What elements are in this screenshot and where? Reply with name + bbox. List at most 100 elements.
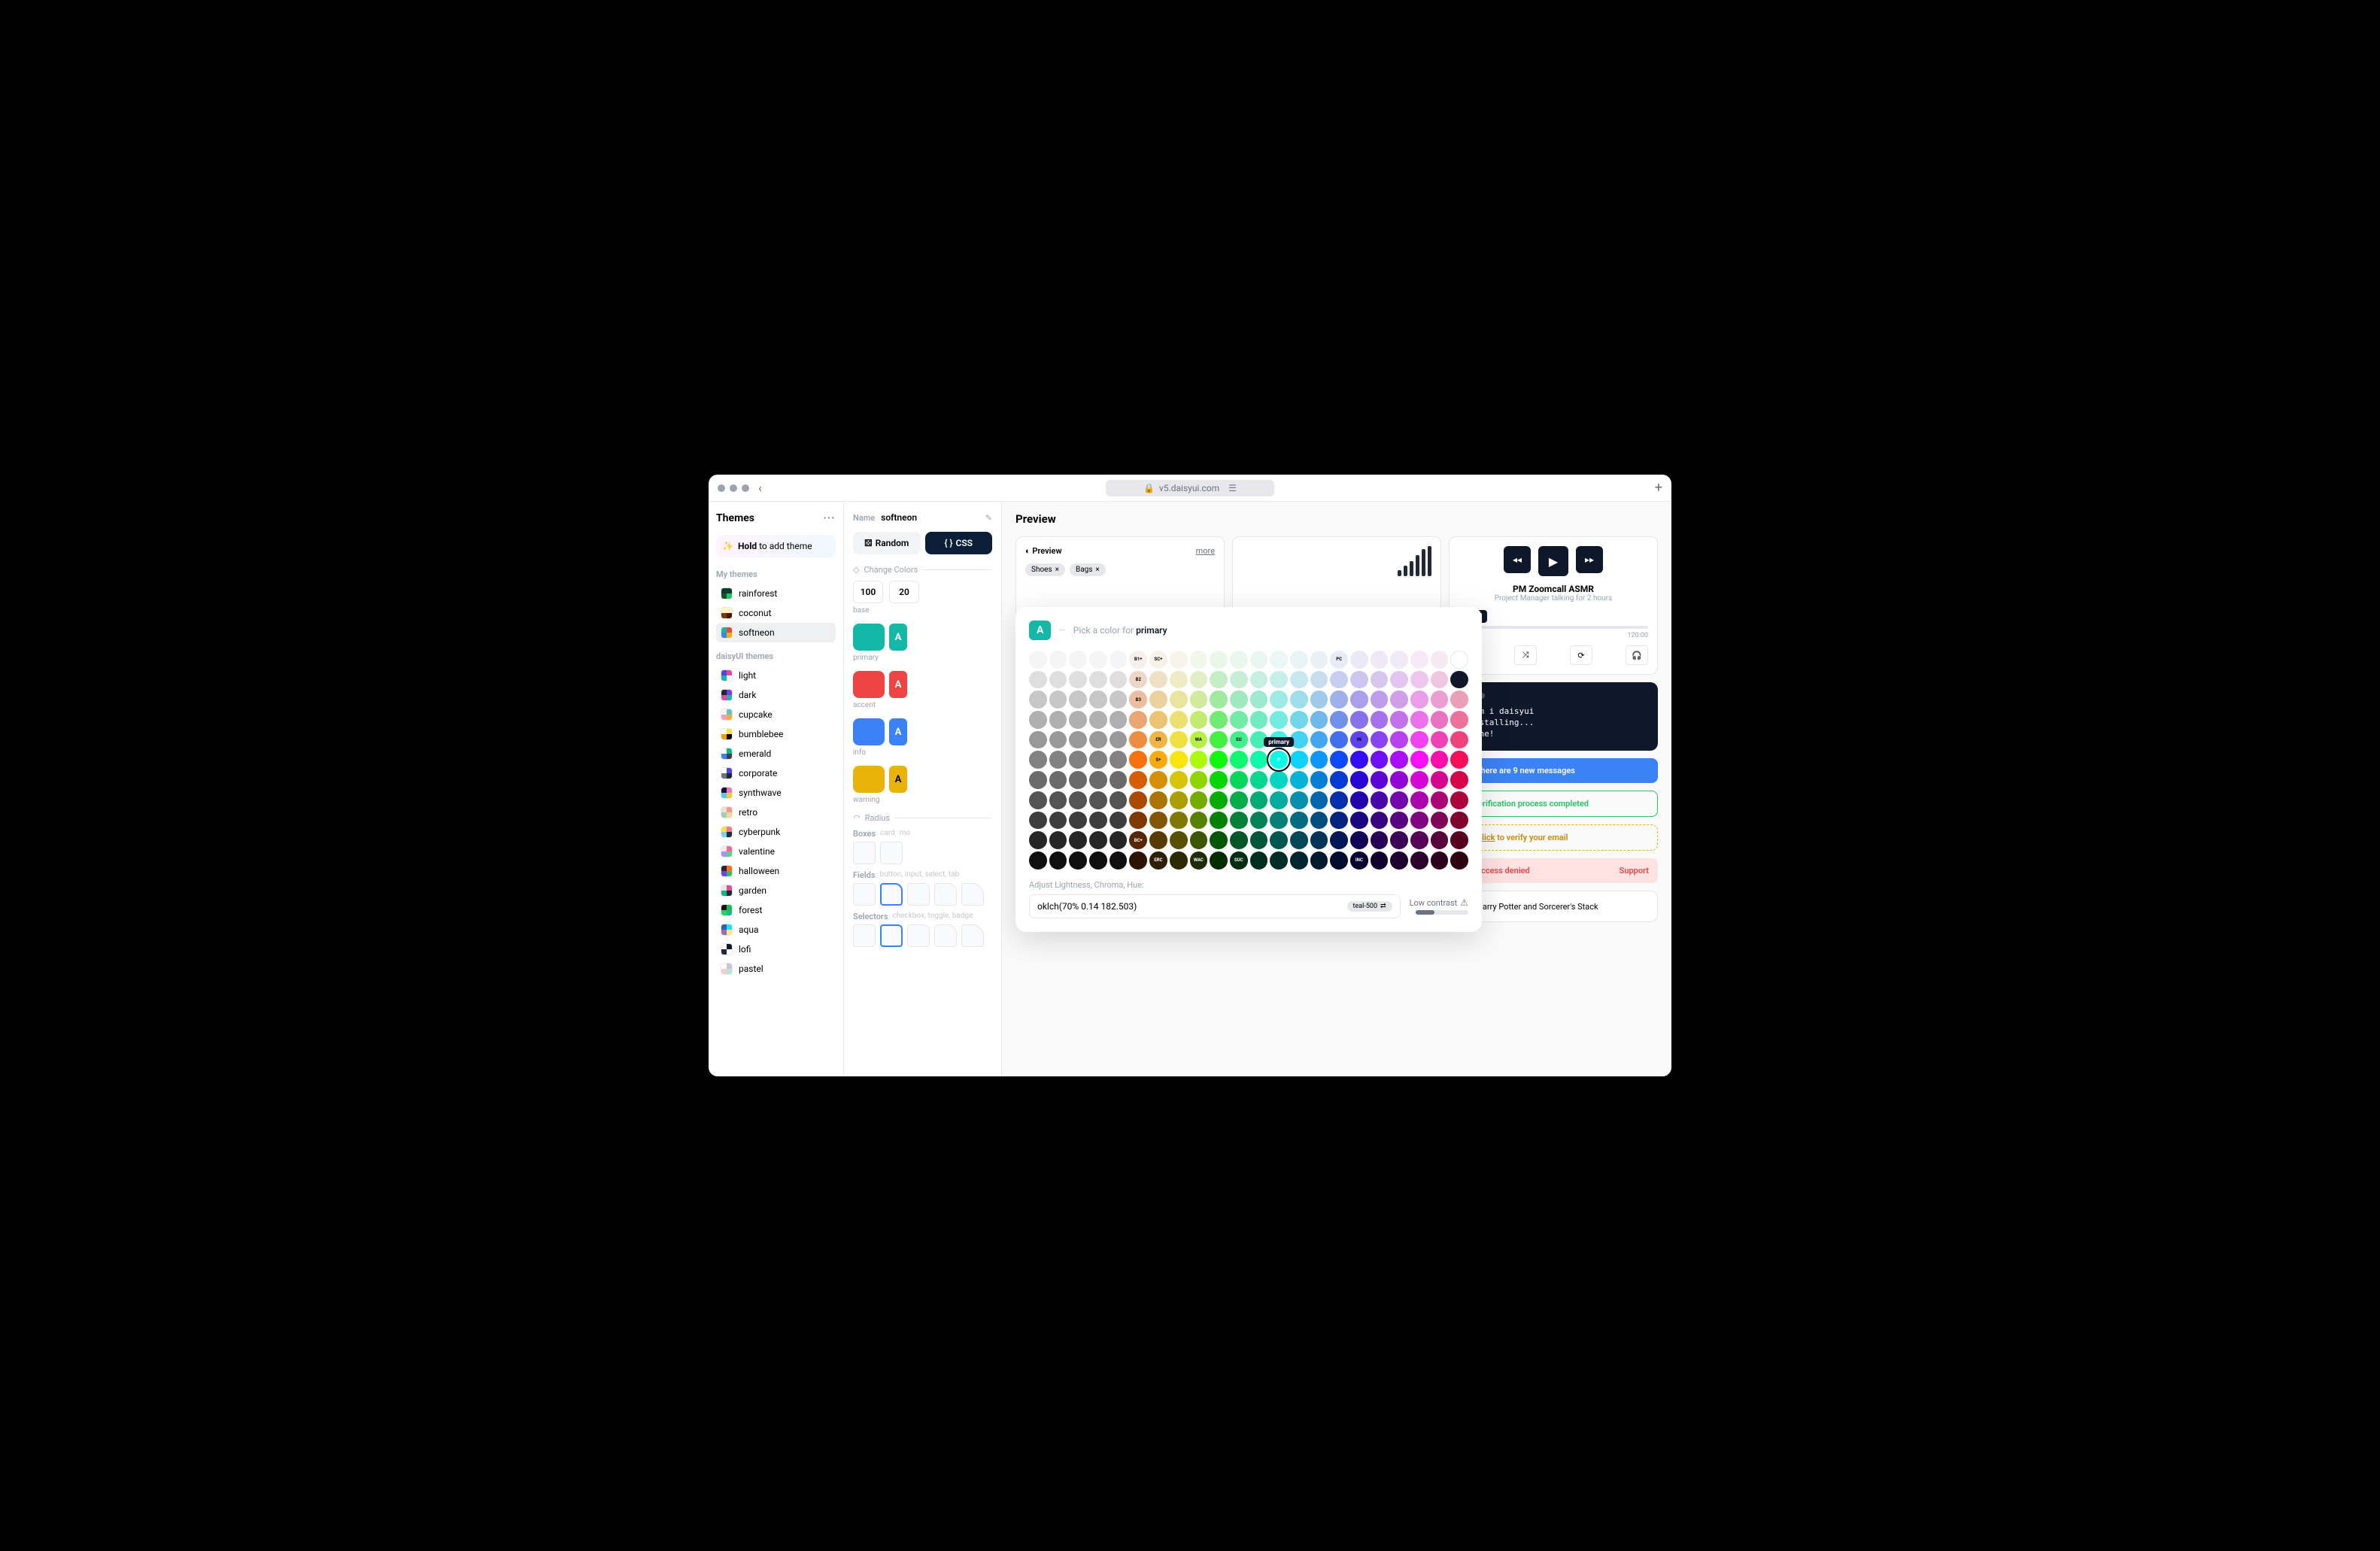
color-swatch[interactable]: INC: [1350, 851, 1368, 870]
color-swatch[interactable]: [1290, 711, 1308, 729]
color-swatch[interactable]: [1431, 651, 1449, 669]
color-swatch[interactable]: [1450, 831, 1468, 849]
color-swatch[interactable]: [1049, 851, 1067, 870]
theme-item-emerald[interactable]: emerald: [716, 744, 836, 763]
radius-option[interactable]: [934, 924, 957, 947]
maximize-dot[interactable]: [742, 484, 749, 492]
color-swatch[interactable]: [1170, 771, 1188, 789]
color-swatch[interactable]: [1210, 791, 1228, 809]
theme-item-garden[interactable]: garden: [716, 881, 836, 900]
color-swatch[interactable]: [1149, 771, 1167, 789]
color-swatch[interactable]: [1410, 711, 1428, 729]
color-swatch[interactable]: [1350, 812, 1368, 830]
base-swatch[interactable]: 100: [853, 581, 883, 603]
color-swatch[interactable]: [1431, 831, 1449, 849]
color-swatch[interactable]: [1170, 751, 1188, 769]
color-swatch[interactable]: [1129, 751, 1147, 769]
color-swatch[interactable]: [1210, 831, 1228, 849]
color-swatch[interactable]: [1330, 751, 1348, 769]
color-swatch[interactable]: [1230, 671, 1248, 689]
color-swatch[interactable]: [1049, 671, 1067, 689]
color-swatch[interactable]: [1410, 691, 1428, 709]
theme-item-pastel[interactable]: pastel: [716, 959, 836, 979]
color-swatch[interactable]: [1149, 691, 1167, 709]
color-swatch[interactable]: [1390, 751, 1408, 769]
color-swatch[interactable]: [1330, 691, 1348, 709]
color-swatch[interactable]: [1049, 731, 1067, 749]
color-swatch[interactable]: [1390, 651, 1408, 669]
color-swatch[interactable]: [1129, 812, 1147, 830]
color-swatch[interactable]: [1069, 812, 1087, 830]
color-swatch[interactable]: [1190, 791, 1208, 809]
color-swatch[interactable]: [1089, 831, 1107, 849]
color-swatch[interactable]: [1250, 751, 1268, 769]
color-content-warning[interactable]: A: [889, 766, 907, 793]
radius-option[interactable]: [853, 842, 876, 864]
color-swatch[interactable]: [1149, 791, 1167, 809]
color-swatch[interactable]: [1390, 671, 1408, 689]
color-swatch[interactable]: [1250, 651, 1268, 669]
color-swatch[interactable]: [1431, 851, 1449, 870]
color-swatch[interactable]: [1290, 751, 1308, 769]
color-swatch[interactable]: [1270, 651, 1288, 669]
theme-item-bumblebee[interactable]: bumblebee: [716, 724, 836, 744]
hold-add-theme-button[interactable]: ✨ Hold to add theme: [716, 535, 836, 557]
color-swatch[interactable]: SU: [1230, 731, 1248, 749]
radius-option[interactable]: [907, 883, 930, 906]
color-swatch[interactable]: [1029, 691, 1047, 709]
color-swatch[interactable]: [1410, 791, 1428, 809]
color-swatch[interactable]: [1029, 851, 1047, 870]
forward-button[interactable]: ▸▸: [1576, 546, 1603, 573]
color-swatch[interactable]: [1230, 651, 1248, 669]
theme-item-halloween[interactable]: halloween: [716, 861, 836, 881]
close-icon[interactable]: ×: [1095, 566, 1099, 574]
color-swatch[interactable]: [1350, 831, 1368, 849]
color-swatch[interactable]: [1069, 731, 1087, 749]
color-swatch[interactable]: [1410, 851, 1428, 870]
base-swatch[interactable]: 20: [889, 581, 919, 603]
color-swatch[interactable]: [1230, 711, 1248, 729]
color-swatch[interactable]: [1390, 812, 1408, 830]
color-swatch[interactable]: WA: [1190, 731, 1208, 749]
color-swatch[interactable]: [1089, 751, 1107, 769]
color-swatch[interactable]: [1089, 691, 1107, 709]
color-swatch[interactable]: [1210, 751, 1228, 769]
color-swatch[interactable]: [1371, 851, 1389, 870]
color-swatch[interactable]: [1250, 831, 1268, 849]
color-swatch[interactable]: [1230, 812, 1248, 830]
color-swatch[interactable]: [1450, 731, 1468, 749]
color-swatch[interactable]: [1210, 731, 1228, 749]
color-swatch[interactable]: [1170, 711, 1188, 729]
color-swatch[interactable]: [1069, 831, 1087, 849]
color-swatch[interactable]: [1390, 691, 1408, 709]
color-swatch-primary[interactable]: [853, 624, 885, 651]
css-button[interactable]: { }CSS: [925, 532, 993, 554]
color-swatch[interactable]: [1129, 711, 1147, 729]
radius-option[interactable]: [961, 924, 984, 947]
color-swatch[interactable]: [1110, 651, 1128, 669]
color-swatch[interactable]: [1371, 671, 1389, 689]
color-swatch[interactable]: [1089, 671, 1107, 689]
color-swatch[interactable]: [1029, 771, 1047, 789]
color-swatch[interactable]: [1350, 711, 1368, 729]
tag-shoes[interactable]: Shoes×: [1025, 563, 1065, 576]
color-swatch[interactable]: [1371, 691, 1389, 709]
color-content-accent[interactable]: A: [889, 671, 907, 698]
color-swatch-info[interactable]: [853, 718, 885, 745]
color-swatch[interactable]: [1410, 771, 1428, 789]
color-swatch[interactable]: [1170, 831, 1188, 849]
color-swatch[interactable]: [1450, 751, 1468, 769]
color-swatch[interactable]: [1089, 711, 1107, 729]
color-swatch[interactable]: [1431, 771, 1449, 789]
theme-item-softneon[interactable]: softneon: [716, 623, 836, 642]
color-swatch[interactable]: [1290, 671, 1308, 689]
color-swatch[interactable]: [1371, 651, 1389, 669]
color-swatch[interactable]: [1029, 751, 1047, 769]
minimize-dot[interactable]: [730, 484, 737, 492]
radius-option[interactable]: [880, 842, 903, 864]
progress-bar[interactable]: [1459, 626, 1648, 629]
radius-option[interactable]: [934, 883, 957, 906]
color-swatch[interactable]: [1410, 812, 1428, 830]
color-swatch[interactable]: [1069, 691, 1087, 709]
color-swatch[interactable]: [1250, 791, 1268, 809]
